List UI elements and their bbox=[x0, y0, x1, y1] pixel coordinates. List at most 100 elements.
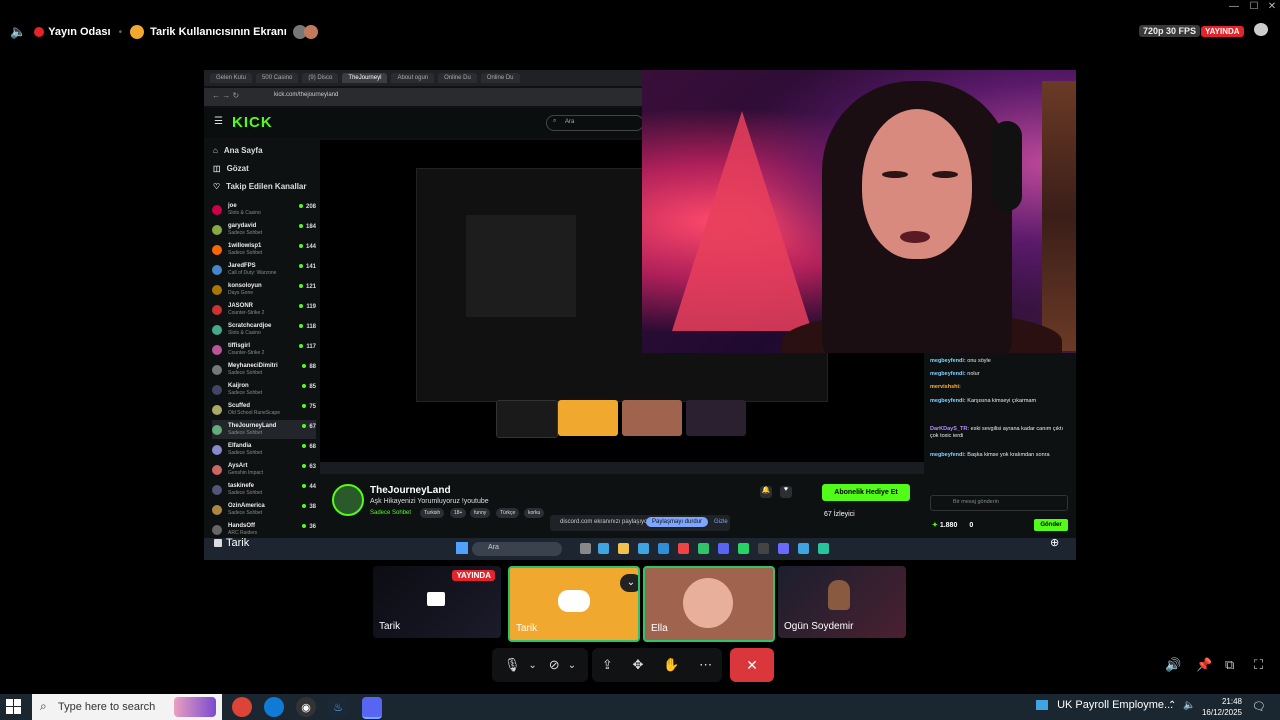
pin-icon[interactable]: 📌 bbox=[1196, 657, 1212, 673]
sidebar-channel-item[interactable]: MeyhaneciDimitri Sadece Sohbet 88 bbox=[212, 360, 316, 379]
chevron-up-icon[interactable]: ⌃ bbox=[1168, 700, 1176, 711]
sidebar-channel-item[interactable]: konsoloyun Days Gone 121 bbox=[212, 280, 316, 299]
gift-subscription-button[interactable]: Abonelik Hediye Et bbox=[822, 484, 910, 501]
close-window-icon[interactable]: ✕ bbox=[1262, 1, 1280, 12]
address-bar[interactable]: ← → ↻ kick.com/thejourneyland bbox=[204, 88, 642, 106]
camera-off-icon[interactable]: ⊘ bbox=[549, 657, 560, 673]
send-button[interactable]: Gönder bbox=[1034, 519, 1068, 531]
stream-tag[interactable]: korku bbox=[524, 508, 545, 518]
kick-logo[interactable]: KICK bbox=[232, 114, 273, 131]
taskbar-search-input[interactable]: ⌕ Type here to search bbox=[32, 694, 222, 720]
obs-icon[interactable]: ◉ bbox=[296, 697, 316, 717]
participant-tile[interactable]: YAYINDA Tarik bbox=[373, 566, 501, 638]
sidebar-channel-item[interactable]: Kaijron Sadece Sohbet 85 bbox=[212, 380, 316, 399]
maximize-icon[interactable]: ☐ bbox=[1244, 1, 1264, 12]
sidebar-channel-item[interactable]: joe Slots & Casino 208 bbox=[212, 200, 316, 219]
sidebar-channel-item[interactable]: tiffisgirl Counter-Strike 2 117 bbox=[212, 340, 316, 359]
channel-avatar bbox=[212, 524, 222, 535]
chevron-down-icon[interactable]: ⌄ bbox=[568, 660, 576, 671]
streamer-avatar[interactable] bbox=[332, 484, 364, 516]
participant-tile[interactable]: Ella bbox=[643, 566, 775, 642]
popout-icon[interactable]: ⧉ bbox=[1225, 657, 1234, 673]
browser-tab-active[interactable]: TheJourneyl bbox=[342, 73, 388, 83]
channel-game: Call of Duty: Warzone bbox=[228, 270, 277, 276]
sidebar-channel-item[interactable]: AysArt Genshin Impact 63 bbox=[212, 460, 316, 479]
sidebar-channel-item[interactable]: JaredFPS Call of Duty: Warzone 141 bbox=[212, 260, 316, 279]
viewer-avatar[interactable] bbox=[303, 25, 318, 39]
participant-tile[interactable]: Ogün Soydemir bbox=[778, 566, 906, 638]
nav-following[interactable]: ♡ Takip Edilen Kanallar bbox=[213, 182, 307, 191]
windows-start-icon bbox=[456, 542, 468, 554]
sidebar-channel-item[interactable]: Elfandia Sadece Sohbet 68 bbox=[212, 440, 316, 459]
chat-user[interactable]: megbeyfendi: bbox=[930, 358, 966, 364]
browser-tab[interactable]: About ogun bbox=[391, 73, 435, 83]
chat-user[interactable]: megbeyfendi: bbox=[930, 371, 966, 377]
microphone-icon[interactable]: 🎙 bbox=[504, 657, 521, 673]
nav-browse[interactable]: ◫ Gözat bbox=[213, 164, 249, 173]
browser-tab[interactable]: (9) Disco bbox=[302, 73, 339, 83]
nav-arrows-icon[interactable]: ← → ↻ bbox=[212, 91, 239, 100]
discord-icon[interactable] bbox=[362, 697, 382, 719]
channel-name: MeyhaneciDimitri bbox=[228, 363, 278, 369]
channel-text: garydavid Sadece Sohbet bbox=[228, 223, 262, 236]
minimize-icon[interactable]: — bbox=[1224, 1, 1244, 12]
browser-tab[interactable]: Online Du bbox=[480, 73, 520, 83]
chat-user[interactable]: megbeyfendi: bbox=[930, 452, 966, 458]
browser-tab[interactable]: Online Du bbox=[438, 73, 477, 83]
stream-tag[interactable]: Turkish bbox=[420, 508, 445, 518]
chevron-down-icon[interactable]: ⌄ bbox=[528, 660, 536, 671]
chat-placeholder: Bir mesaj gönderin bbox=[953, 499, 999, 505]
speaker-muted-icon[interactable]: 🔈 bbox=[10, 24, 26, 40]
screen-share-icon[interactable]: ⇪ bbox=[602, 657, 613, 673]
shared-screen[interactable]: Gelen Kutu 500 Casino (9) Disco TheJourn… bbox=[204, 70, 1076, 560]
sidebar-channel-item[interactable]: JASONR Counter-Strike 2 119 bbox=[212, 300, 316, 319]
call-header: 🔈 Yayın Odası • Tarik Kullanıcısının Ekr… bbox=[0, 18, 1280, 46]
edge-icon[interactable] bbox=[264, 697, 284, 717]
chat-bubble-icon[interactable] bbox=[1254, 23, 1268, 36]
sidebar-channel-item[interactable]: Scratchcardjoe Slots & Casino 118 bbox=[212, 320, 316, 339]
chat-user[interactable]: megbeyfendi: bbox=[930, 398, 966, 404]
soundboard-icon[interactable]: ✋ bbox=[663, 657, 679, 673]
stream-category[interactable]: Sadece Sohbet bbox=[370, 510, 411, 516]
browser-tab[interactable]: Gelen Kutu bbox=[210, 73, 253, 83]
sidebar-channel-item[interactable]: Scuffed Old School RuneScape 75 bbox=[212, 400, 316, 419]
chevron-down-icon[interactable]: ⌄ bbox=[620, 574, 638, 592]
more-icon[interactable]: ⋯ bbox=[699, 657, 712, 673]
kick-search-input[interactable]: ⌕ Ara bbox=[546, 115, 644, 131]
volume-icon[interactable]: 🔊 bbox=[1165, 657, 1181, 673]
chat-input[interactable]: Bir mesaj gönderin bbox=[930, 495, 1068, 511]
chat-user[interactable]: mervishshi: bbox=[930, 384, 961, 390]
taskbar-news[interactable]: UK Payroll Employme... bbox=[1036, 699, 1173, 711]
sidebar-channel-item[interactable]: OzinAmerica Sadece Sohbet 38 bbox=[212, 500, 316, 519]
steam-icon[interactable]: ♨ bbox=[328, 697, 348, 717]
fullscreen-icon[interactable]: ⛶ bbox=[1254, 657, 1263, 673]
chat-user[interactable]: DarKDayS_TR: bbox=[930, 426, 969, 432]
participant-tile[interactable]: ⌄ Tarik bbox=[508, 566, 640, 642]
hamburger-menu-icon[interactable]: ☰ bbox=[214, 116, 223, 127]
hide-button[interactable]: Gizle bbox=[714, 519, 728, 525]
chat-text: nolur bbox=[967, 371, 980, 377]
end-call-button[interactable]: ✕ bbox=[730, 648, 774, 682]
chrome-icon[interactable] bbox=[232, 697, 252, 717]
zoom-in-icon[interactable]: ⊕ bbox=[1050, 536, 1059, 549]
notification-icon[interactable]: 🗨 bbox=[1252, 700, 1266, 713]
taskbar-clock[interactable]: 21:48 16/12/2025 bbox=[1200, 696, 1242, 718]
windows-start-icon[interactable] bbox=[6, 699, 22, 715]
bell-icon[interactable]: 🔔 bbox=[760, 486, 772, 498]
volume-icon[interactable]: 🔈 bbox=[1183, 700, 1195, 711]
follow-heart-icon[interactable]: ♥ bbox=[780, 486, 792, 498]
bookshelf bbox=[1042, 81, 1076, 351]
stream-tag[interactable]: Türkçe bbox=[496, 508, 520, 518]
sidebar-channel-item[interactable]: garydavid Sadece Sohbet 184 bbox=[212, 220, 316, 239]
stream-tag[interactable]: 18+ bbox=[450, 508, 467, 518]
stop-sharing-button[interactable]: Paylaşmayı durdur bbox=[646, 517, 709, 527]
mic-control[interactable]: 🎙 ⌄ ⊘ ⌄ bbox=[492, 648, 588, 682]
sidebar-channel-item[interactable]: TheJourneyLand Sadece Sohbet 67 bbox=[212, 420, 316, 439]
browser-tab[interactable]: 500 Casino bbox=[256, 73, 299, 83]
sidebar-channel-item[interactable]: taskinefe Sadece Sohbet 44 bbox=[212, 480, 316, 499]
stream-tag[interactable]: funny bbox=[470, 508, 491, 518]
nav-home[interactable]: ⌂ Ana Sayfa bbox=[213, 146, 263, 155]
streamer-name[interactable]: TheJourneyLand bbox=[370, 485, 451, 496]
sidebar-channel-item[interactable]: 1willowisp1 Sadece Sohbet 144 bbox=[212, 240, 316, 259]
activities-icon[interactable]: ✥ bbox=[633, 657, 644, 673]
